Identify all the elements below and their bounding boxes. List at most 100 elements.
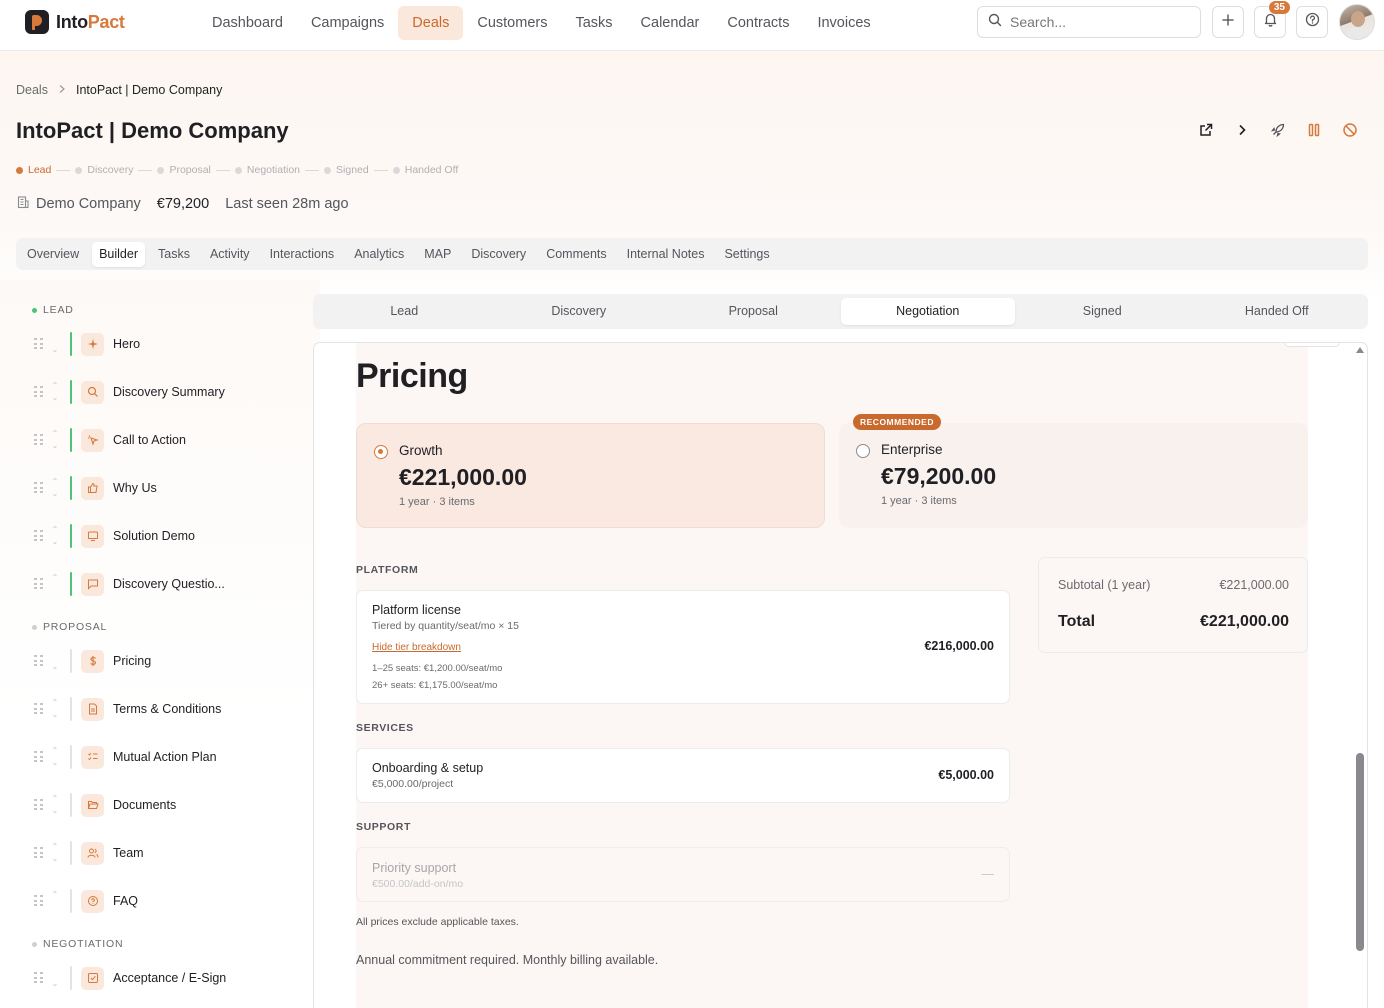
- nav-invoices[interactable]: Invoices: [803, 6, 884, 40]
- tab-tasks[interactable]: Tasks: [151, 242, 197, 267]
- tab-comments[interactable]: Comments: [539, 242, 613, 267]
- stage-tab-handed-off[interactable]: Handed Off: [1190, 298, 1365, 325]
- sidebar-block-call-to-action[interactable]: ⌃ ⌄ Call to Action: [34, 427, 186, 453]
- reorder-arrows-icon[interactable]: ⌃⌄: [50, 889, 60, 913]
- breadcrumb: Deals IntoPact | Demo Company: [16, 83, 222, 97]
- tab-analytics[interactable]: Analytics: [347, 242, 411, 267]
- search-box[interactable]: [977, 6, 1201, 38]
- sidebar-block-faq[interactable]: ⌃⌄ FAQ: [34, 888, 138, 914]
- drag-handle-icon[interactable]: [34, 799, 44, 811]
- drag-handle-icon[interactable]: [34, 338, 44, 350]
- tab-overview[interactable]: Overview: [20, 242, 86, 267]
- nav-customers[interactable]: Customers: [463, 6, 561, 40]
- scrollbar-thumb[interactable]: [1356, 753, 1364, 951]
- drag-handle-icon[interactable]: [34, 895, 44, 907]
- sidebar-block-discovery-questions[interactable]: ⌃⌄ Discovery Questio...: [34, 571, 225, 597]
- tab-interactions[interactable]: Interactions: [263, 242, 342, 267]
- sidebar-block-solution-demo[interactable]: ⌃ ⌄ Solution Demo: [34, 523, 195, 549]
- plan-name: Enterprise: [881, 442, 943, 457]
- sidebar-block-mutual-action-plan[interactable]: ⌃ ⌄ Mutual Action Plan: [34, 744, 217, 770]
- hide-tier-breakdown-link[interactable]: Hide tier breakdown: [372, 642, 461, 653]
- drag-handle-icon[interactable]: [34, 972, 44, 984]
- drag-handle-icon[interactable]: [34, 751, 44, 763]
- search-input[interactable]: [1010, 14, 1190, 30]
- line-item-priority-support[interactable]: Priority support €500.00/add-on/mo —: [356, 847, 1010, 902]
- reorder-arrows-icon[interactable]: ⌃⌄: [50, 380, 60, 404]
- total-value: €221,000.00: [1200, 613, 1289, 630]
- plan-radio-growth[interactable]: [374, 445, 388, 459]
- ban-icon[interactable]: [1340, 120, 1360, 140]
- sidebar-block-why-us[interactable]: ⌃ ⌄ Why Us: [34, 475, 157, 501]
- nav-calendar[interactable]: Calendar: [627, 6, 714, 40]
- sidebar-block-hero[interactable]: ⌃⌄ Hero: [34, 331, 140, 357]
- reorder-arrows-icon[interactable]: ⌃⌄: [50, 476, 60, 500]
- plan-radio-enterprise[interactable]: [856, 444, 870, 458]
- drag-handle-icon[interactable]: [34, 386, 44, 398]
- external-link-icon[interactable]: [1196, 120, 1216, 140]
- reorder-arrows-icon[interactable]: ⌃⌄: [50, 428, 60, 452]
- check-square-icon: [81, 966, 104, 990]
- tab-builder[interactable]: Builder: [92, 241, 146, 267]
- app-logo[interactable]: IntoPact: [25, 10, 125, 34]
- tier-row: 26+ seats: €1,175.00/seat/mo: [372, 680, 498, 691]
- section-label-proposal: PROPOSAL: [32, 621, 107, 633]
- user-avatar[interactable]: [1339, 4, 1375, 40]
- reorder-arrows-icon[interactable]: ⌃⌄: [50, 332, 60, 356]
- pricing-totals: Subtotal (1 year) €221,000.00 Total €221…: [1038, 557, 1308, 653]
- sidebar-block-discovery-summary[interactable]: ⌃ ⌄ Discovery Summary: [34, 379, 225, 405]
- reorder-arrows-icon[interactable]: ⌃⌄: [50, 793, 60, 817]
- proposal-preview[interactable]: Pricing RECOMMENDED Growth €221,000.00 1…: [313, 342, 1368, 1008]
- plan-card-enterprise[interactable]: Enterprise €79,200.00 1 year · 3 items: [839, 423, 1308, 528]
- nav-deals[interactable]: Deals: [398, 6, 464, 40]
- drag-handle-icon[interactable]: [34, 482, 44, 494]
- chevron-right-icon[interactable]: [1232, 120, 1252, 140]
- drag-handle-icon[interactable]: [34, 847, 44, 859]
- building-icon: [16, 195, 30, 213]
- sidebar-block-team[interactable]: ⌃ ⌄ Team: [34, 840, 144, 866]
- sidebar-block-terms-conditions[interactable]: ⌃ ⌄ Terms & Conditions: [34, 696, 221, 722]
- stage-tab-discovery[interactable]: Discovery: [492, 298, 667, 325]
- sidebar-block-documents[interactable]: ⌃ ⌄ Documents: [34, 792, 176, 818]
- reorder-arrows-icon[interactable]: ⌃⌄: [50, 745, 60, 769]
- plan-card-growth[interactable]: Growth €221,000.00 1 year · 3 items: [356, 423, 825, 528]
- sidebar-block-acceptance-esign[interactable]: ⌃⌄ Acceptance / E-Sign: [34, 965, 226, 991]
- add-button[interactable]: [1212, 6, 1244, 38]
- drag-handle-icon[interactable]: [34, 703, 44, 715]
- drag-handle-icon[interactable]: [34, 434, 44, 446]
- nav-dashboard[interactable]: Dashboard: [198, 6, 297, 40]
- preview-scrollbar[interactable]: [1353, 343, 1367, 1008]
- help-button[interactable]: [1296, 6, 1328, 38]
- line-item-price: €5,000.00: [938, 768, 994, 782]
- stage-tab-negotiation[interactable]: Negotiation: [840, 298, 1015, 325]
- block-toolbar[interactable]: [1284, 343, 1340, 347]
- drag-handle-icon[interactable]: [34, 655, 44, 667]
- tab-settings[interactable]: Settings: [717, 242, 776, 267]
- tab-map[interactable]: MAP: [417, 242, 458, 267]
- drag-handle-icon[interactable]: [34, 578, 44, 590]
- plan-price: €79,200.00: [881, 463, 997, 489]
- stage-tab-proposal[interactable]: Proposal: [666, 298, 841, 325]
- reorder-arrows-icon[interactable]: ⌃⌄: [50, 524, 60, 548]
- sidebar-block-pricing[interactable]: ⌃⌄ Pricing: [34, 648, 151, 674]
- reorder-arrows-icon[interactable]: ⌃⌄: [50, 572, 60, 596]
- pause-icon[interactable]: [1304, 120, 1324, 140]
- drag-handle-icon[interactable]: [34, 530, 44, 542]
- nav-tasks[interactable]: Tasks: [561, 6, 626, 40]
- reorder-arrows-icon[interactable]: ⌃⌄: [50, 649, 60, 673]
- deal-tabs: Overview Builder Tasks Activity Interact…: [16, 238, 1368, 270]
- deal-company[interactable]: Demo Company: [16, 195, 141, 213]
- reorder-arrows-icon[interactable]: ⌃⌄: [50, 697, 60, 721]
- rocket-icon[interactable]: [1268, 120, 1288, 140]
- reorder-arrows-icon[interactable]: ⌃⌄: [50, 966, 60, 990]
- tab-discovery[interactable]: Discovery: [464, 242, 533, 267]
- reorder-arrows-icon[interactable]: ⌃⌄: [50, 841, 60, 865]
- scroll-up-arrow-icon[interactable]: [1356, 347, 1364, 353]
- tab-internal-notes[interactable]: Internal Notes: [620, 242, 712, 267]
- nav-campaigns[interactable]: Campaigns: [297, 6, 398, 40]
- stage-tab-lead[interactable]: Lead: [317, 298, 492, 325]
- notifications-button[interactable]: 35: [1254, 1, 1290, 38]
- tab-activity[interactable]: Activity: [203, 242, 257, 267]
- nav-contracts[interactable]: Contracts: [713, 6, 803, 40]
- breadcrumb-deals[interactable]: Deals: [16, 83, 48, 97]
- stage-tab-signed[interactable]: Signed: [1015, 298, 1190, 325]
